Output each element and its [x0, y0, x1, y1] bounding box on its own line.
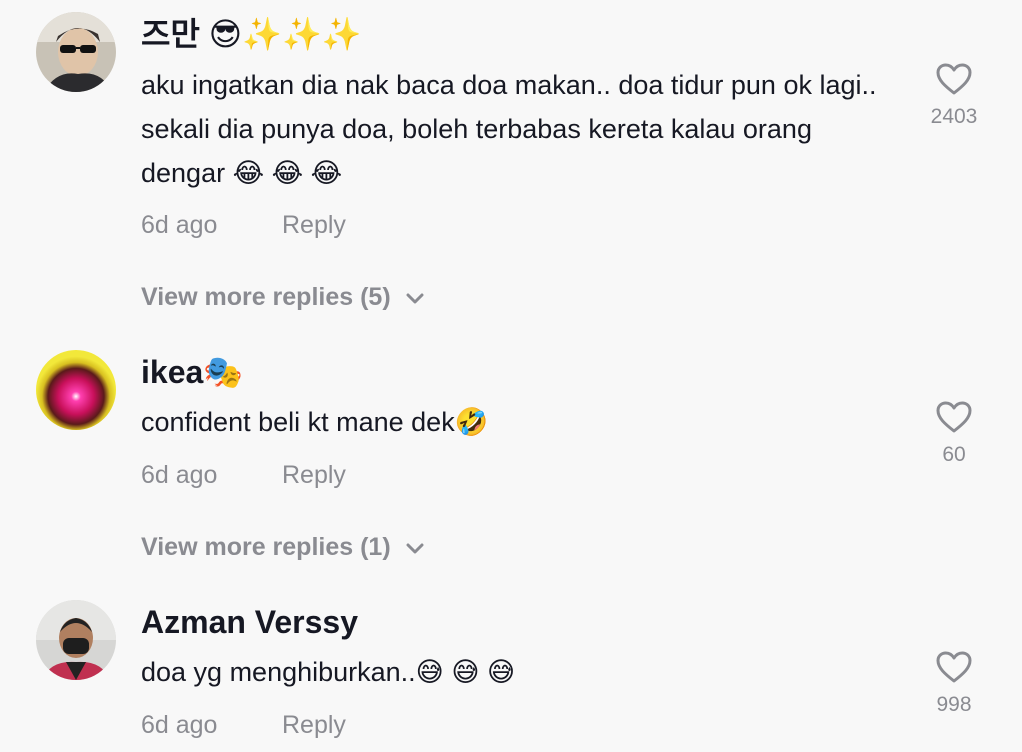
username[interactable]: Azman Verssy [141, 602, 358, 642]
like-button[interactable]: 60 [914, 400, 994, 467]
comment-text: confident beli kt mane dek🤣 [141, 407, 489, 437]
reply-button[interactable]: Reply [282, 711, 346, 740]
heart-outline-icon [935, 401, 973, 438]
username-emoji: 😎✨✨✨ [208, 15, 362, 53]
view-more-replies-button[interactable]: View more replies (5) [141, 283, 425, 312]
like-button[interactable]: 2403 [914, 62, 994, 129]
comment-meta: 6d ago Reply [141, 211, 346, 240]
comment-time: 6d ago [141, 461, 218, 489]
chevron-down-icon [405, 283, 425, 312]
heart-outline-icon [935, 63, 973, 100]
like-count: 60 [942, 443, 966, 466]
chevron-down-icon [405, 533, 425, 562]
view-more-replies-label: View more replies (1) [141, 533, 391, 561]
username-text: Azman Verssy [141, 604, 359, 640]
avatar[interactable] [36, 350, 116, 430]
username[interactable]: ikea🎭 [141, 352, 243, 392]
like-count: 2403 [930, 105, 978, 128]
comment-time: 6d ago [141, 711, 218, 739]
comment-meta: 6d ago Reply [141, 711, 346, 740]
username-emoji: 🎭 [203, 353, 244, 391]
heart-outline-icon [935, 651, 973, 688]
view-more-replies-label: View more replies (5) [141, 283, 391, 311]
comment-meta: 6d ago Reply [141, 461, 346, 490]
view-more-replies-button[interactable]: View more replies (1) [141, 533, 425, 562]
avatar[interactable] [36, 12, 116, 92]
comment-text: doa yg menghiburkan..😅 😅 😅 [141, 657, 516, 687]
like-button[interactable]: 998 [914, 650, 994, 717]
username-text: 즈만 [141, 16, 200, 52]
like-count: 998 [936, 693, 972, 716]
reply-button[interactable]: Reply [282, 461, 346, 490]
username[interactable]: 즈만 😎✨✨✨ [141, 14, 362, 54]
comment-text: aku ingatkan dia nak baca doa makan.. do… [141, 70, 877, 188]
comment-time: 6d ago [141, 211, 218, 239]
avatar[interactable] [36, 600, 116, 680]
username-text: ikea [141, 354, 204, 390]
reply-button[interactable]: Reply [282, 211, 346, 240]
